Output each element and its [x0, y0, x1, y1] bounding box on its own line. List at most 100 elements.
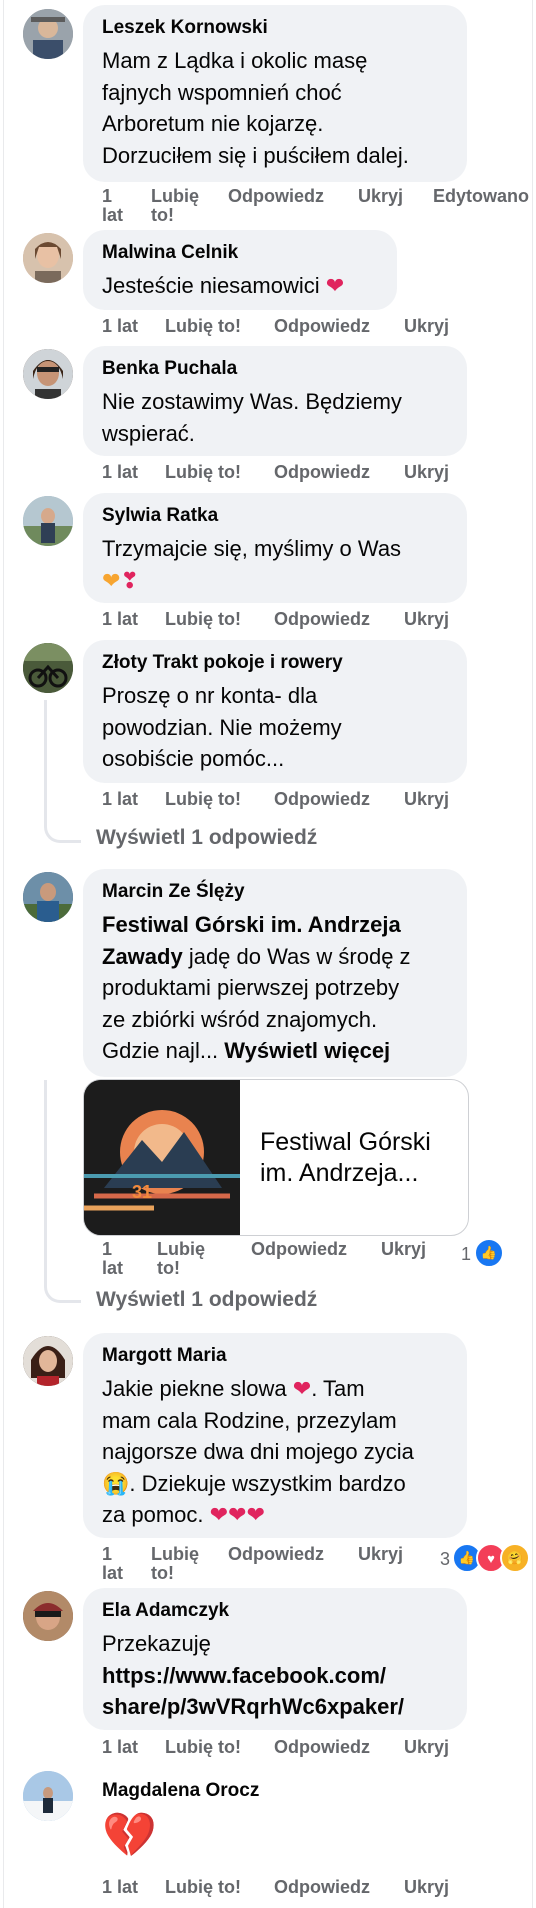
- hide-button[interactable]: Ukryj: [358, 187, 403, 206]
- hide-button[interactable]: Ukryj: [381, 1240, 426, 1259]
- like-button[interactable]: Lubię to!: [165, 317, 241, 336]
- page-tag[interactable]: Zawady: [102, 944, 183, 969]
- comment-text: Trzymajcie się, myślimy o Was ❤❣: [102, 533, 401, 596]
- comment-time[interactable]: 1 lat: [102, 463, 138, 482]
- comment-author[interactable]: Sylwia Ratka: [102, 505, 218, 527]
- comment-author[interactable]: Marcin Ze Ślęży: [102, 881, 245, 903]
- comment-time[interactable]: 1 lat: [102, 1878, 138, 1897]
- comment-author[interactable]: Magdalena Orocz: [102, 1780, 259, 1802]
- avatar-image: [23, 349, 73, 399]
- like-button[interactable]: Lubię to!: [165, 1738, 241, 1757]
- festival-logo-image: 31: [84, 1080, 240, 1235]
- reply-button[interactable]: Odpowiedz: [274, 790, 370, 809]
- avatar[interactable]: [23, 233, 73, 283]
- view-replies-link[interactable]: Wyświetl 1 odpowiedź: [96, 1288, 317, 1312]
- comment-bubble[interactable]: Ela Adamczyk Przekazuję https://www.face…: [83, 1588, 467, 1730]
- view-replies-link[interactable]: Wyświetl 1 odpowiedź: [96, 826, 317, 850]
- reply-button[interactable]: Odpowiedz: [274, 317, 370, 336]
- edited-label[interactable]: Edytowano: [433, 187, 529, 206]
- avatar[interactable]: [23, 496, 73, 546]
- like-button[interactable]: Lubię to!: [165, 610, 241, 629]
- avatar[interactable]: [23, 1336, 73, 1386]
- like-button[interactable]: Lubię to!: [165, 1878, 241, 1897]
- comment-line: Arboretum nie kojarzę.: [102, 111, 324, 136]
- page-tag[interactable]: Festiwal Górski im. Andrzeja: [102, 912, 401, 937]
- like-button[interactable]: Lubię to!: [151, 1545, 199, 1583]
- avatar[interactable]: [23, 1591, 73, 1641]
- reply-button[interactable]: Odpowiedz: [274, 463, 370, 482]
- time-number: 1: [102, 1544, 113, 1564]
- comment-time[interactable]: 1 lat: [102, 1240, 123, 1278]
- link-preview-title[interactable]: Festiwal Górski im. Andrzeja...: [260, 1127, 431, 1189]
- comment-time[interactable]: 1 lat: [102, 610, 138, 629]
- time-unit: lat: [102, 205, 124, 225]
- reply-button[interactable]: Odpowiedz: [274, 1878, 370, 1897]
- like-button[interactable]: Lubię to!: [165, 790, 241, 809]
- reaction-count[interactable]: 3: [440, 1549, 450, 1570]
- comment-time[interactable]: 1 lat: [102, 187, 123, 225]
- hide-button[interactable]: Ukryj: [404, 790, 449, 809]
- link-preview-card[interactable]: 31 Festiwal Górski im. Andrzeja...: [83, 1079, 469, 1236]
- shared-link[interactable]: share/p/3wVRqrhWc6xpaker/: [102, 1694, 404, 1719]
- comment-time[interactable]: 1 lat: [102, 317, 138, 336]
- comment-text: 💔: [102, 1810, 157, 1862]
- comment-line: . Dziekuje wszystkim bardzo: [129, 1470, 406, 1496]
- like-button[interactable]: Lubię to!: [165, 463, 241, 482]
- comment-bubble[interactable]: Złoty Trakt pokoje i rowery Proszę o nr …: [83, 640, 467, 783]
- reply-button[interactable]: Odpowiedz: [228, 1545, 324, 1564]
- comment-author[interactable]: Ela Adamczyk: [102, 1600, 229, 1622]
- page-border-left: [3, 0, 4, 1908]
- comment-time[interactable]: 1 lat: [102, 1545, 123, 1583]
- like-button[interactable]: Lubię to!: [151, 187, 199, 225]
- comment-author[interactable]: Margott Maria: [102, 1345, 227, 1367]
- comment-author[interactable]: Malwina Celnik: [102, 242, 238, 264]
- comment-time[interactable]: 1 lat: [102, 1738, 138, 1757]
- comment-bubble[interactable]: Benka Puchala Nie zostawimy Was. Będziem…: [83, 346, 467, 456]
- comment-author[interactable]: Leszek Kornowski: [102, 17, 268, 39]
- reply-button[interactable]: Odpowiedz: [274, 610, 370, 629]
- comment-bubble[interactable]: Malwina Celnik Jesteście niesamowici ❤: [83, 230, 397, 310]
- reply-button[interactable]: Odpowiedz: [251, 1240, 347, 1259]
- avatar-image: [23, 1591, 73, 1641]
- comment-bubble[interactable]: Marcin Ze Ślęży Festiwal Górski im. Andr…: [83, 869, 467, 1077]
- like-button[interactable]: Lubię to!: [157, 1240, 205, 1278]
- shared-link[interactable]: https://www.facebook.com/: [102, 1663, 386, 1688]
- comment-line: Trzymajcie się, myślimy o Was: [102, 536, 402, 561]
- comment-line: Mam z Lądka i okolic masę: [102, 48, 368, 73]
- see-more-link[interactable]: Wyświetl więcej: [224, 1038, 390, 1063]
- comment-bubble[interactable]: Magdalena Orocz 💔: [83, 1768, 259, 1878]
- comment-author[interactable]: Złoty Trakt pokoje i rowery: [102, 652, 343, 674]
- avatar[interactable]: [23, 872, 73, 922]
- hide-button[interactable]: Ukryj: [404, 1738, 449, 1757]
- comment-bubble[interactable]: Leszek Kornowski Mam z Lądka i okolic ma…: [83, 5, 467, 182]
- comment-author[interactable]: Benka Puchala: [102, 358, 237, 380]
- like-word: Lubię: [151, 186, 199, 206]
- hide-button[interactable]: Ukryj: [404, 610, 449, 629]
- hide-button[interactable]: Ukryj: [404, 317, 449, 336]
- avatar[interactable]: [23, 1771, 73, 1821]
- like-reaction-icon[interactable]: 👍: [474, 1238, 504, 1268]
- comment-time[interactable]: 1 lat: [102, 790, 138, 809]
- hide-button[interactable]: Ukryj: [404, 1878, 449, 1897]
- reaction-count[interactable]: 1: [461, 1244, 471, 1265]
- comment-text: Jakie piekne slowa ❤. Tam mam cala Rodzi…: [102, 1373, 414, 1531]
- avatar[interactable]: [23, 9, 73, 59]
- reply-button[interactable]: Odpowiedz: [274, 1738, 370, 1757]
- heart-exclamation-emoji: ❣: [120, 567, 139, 593]
- reply-button[interactable]: Odpowiedz: [228, 187, 324, 206]
- like-word: to!: [157, 1258, 180, 1278]
- comment-line: Gdzie najl...: [102, 1038, 225, 1063]
- like-word: to!: [151, 1563, 174, 1583]
- avatar[interactable]: [23, 349, 73, 399]
- link-title-line: Festiwal Górski: [260, 1128, 431, 1156]
- emoji-line: ❤❣: [102, 565, 401, 597]
- hide-button[interactable]: Ukryj: [404, 463, 449, 482]
- care-reaction-icon[interactable]: 🤗: [500, 1543, 530, 1573]
- comment-text: Festiwal Górski im. Andrzeja Zawady jadę…: [102, 909, 411, 1067]
- comment-line: produktami pierwszej potrzeby: [102, 975, 400, 1000]
- hide-button[interactable]: Ukryj: [358, 1545, 403, 1564]
- avatar-image: [23, 643, 73, 693]
- avatar[interactable]: [23, 643, 73, 693]
- comment-bubble[interactable]: Sylwia Ratka Trzymajcie się, myślimy o W…: [83, 493, 467, 603]
- comment-bubble[interactable]: Margott Maria Jakie piekne slowa ❤. Tam …: [83, 1333, 467, 1538]
